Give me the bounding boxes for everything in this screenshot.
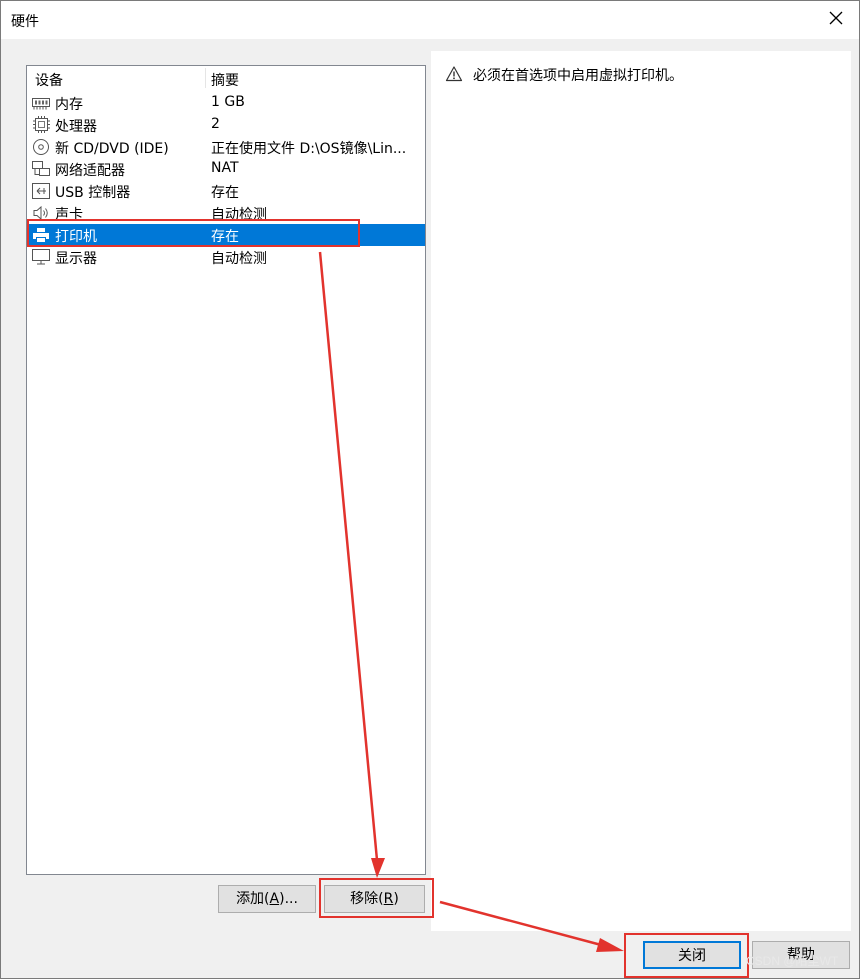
device-name: 新 CD/DVD (IDE) <box>55 141 169 157</box>
remove-button[interactable]: 移除(R) <box>324 885 425 913</box>
remove-button-suffix: ) <box>393 891 399 907</box>
device-name: 网络适配器 <box>55 163 125 179</box>
device-row-usb[interactable]: USB 控制器 存在 <box>27 180 425 202</box>
device-name: 声卡 <box>55 207 83 223</box>
watermark: CSDN @陌尘WT <box>746 954 839 968</box>
device-row-cd-dvd[interactable]: 新 CD/DVD (IDE) 正在使用文件 D:\OS镜像\Lin... <box>27 136 425 158</box>
device-summary: 存在 <box>211 185 239 201</box>
device-summary: 2 <box>211 116 220 132</box>
cpu-icon <box>31 116 51 134</box>
add-button-label: 添加( <box>236 891 270 907</box>
warning-icon <box>445 65 463 83</box>
device-summary: 存在 <box>211 229 239 245</box>
device-row-processor[interactable]: 处理器 2 <box>27 114 425 136</box>
device-row-printer[interactable]: 打印机 存在 <box>27 224 425 246</box>
usb-icon <box>31 182 51 200</box>
close-button[interactable]: 关闭 <box>643 941 741 969</box>
device-summary: 自动检测 <box>211 207 267 223</box>
device-name: USB 控制器 <box>55 185 131 201</box>
device-row-memory[interactable]: 内存 1 GB <box>27 92 425 114</box>
device-name: 内存 <box>55 97 83 113</box>
device-summary: 1 GB <box>211 94 245 110</box>
info-panel: 必须在首选项中启用虚拟打印机。 <box>431 51 851 931</box>
add-button-accesskey: A <box>269 891 280 907</box>
device-name: 显示器 <box>55 251 97 267</box>
device-name: 处理器 <box>55 119 97 135</box>
memory-icon <box>31 94 51 112</box>
list-header: 设备 摘要 <box>27 66 425 90</box>
add-button[interactable]: 添加(A)... <box>218 885 316 913</box>
speaker-icon <box>31 204 51 222</box>
add-button-suffix: )... <box>279 891 298 907</box>
device-summary: NAT <box>211 160 239 176</box>
device-row-display[interactable]: 显示器 自动检测 <box>27 246 425 268</box>
network-icon <box>31 160 51 178</box>
header-summary[interactable]: 摘要 <box>211 70 239 90</box>
monitor-icon <box>31 248 51 266</box>
device-row-sound[interactable]: 声卡 自动检测 <box>27 202 425 224</box>
device-row-network[interactable]: 网络适配器 NAT <box>27 158 425 180</box>
remove-button-label: 移除( <box>350 891 384 907</box>
device-summary: 自动检测 <box>211 251 267 267</box>
device-name: 打印机 <box>55 229 97 245</box>
device-summary: 正在使用文件 D:\OS镜像\Lin... <box>211 141 407 157</box>
cd-dvd-icon <box>31 138 51 156</box>
device-list[interactable]: 设备 摘要 内存 1 GB 处理器 2 新 CD/DVD (IDE) 正在使用文… <box>26 65 426 875</box>
warning-message: 必须在首选项中启用虚拟打印机。 <box>473 68 683 84</box>
title-bar: 硬件 <box>1 1 859 39</box>
printer-icon <box>31 226 51 244</box>
remove-button-accesskey: R <box>383 891 394 907</box>
header-device[interactable]: 设备 <box>35 70 63 90</box>
window-title: 硬件 <box>11 14 39 30</box>
close-icon[interactable] <box>825 7 847 29</box>
hardware-dialog: 硬件 设备 摘要 内存 1 GB 处理器 2 新 CD/DVD (IDE) 正在… <box>0 0 860 979</box>
header-separator[interactable] <box>205 68 206 88</box>
